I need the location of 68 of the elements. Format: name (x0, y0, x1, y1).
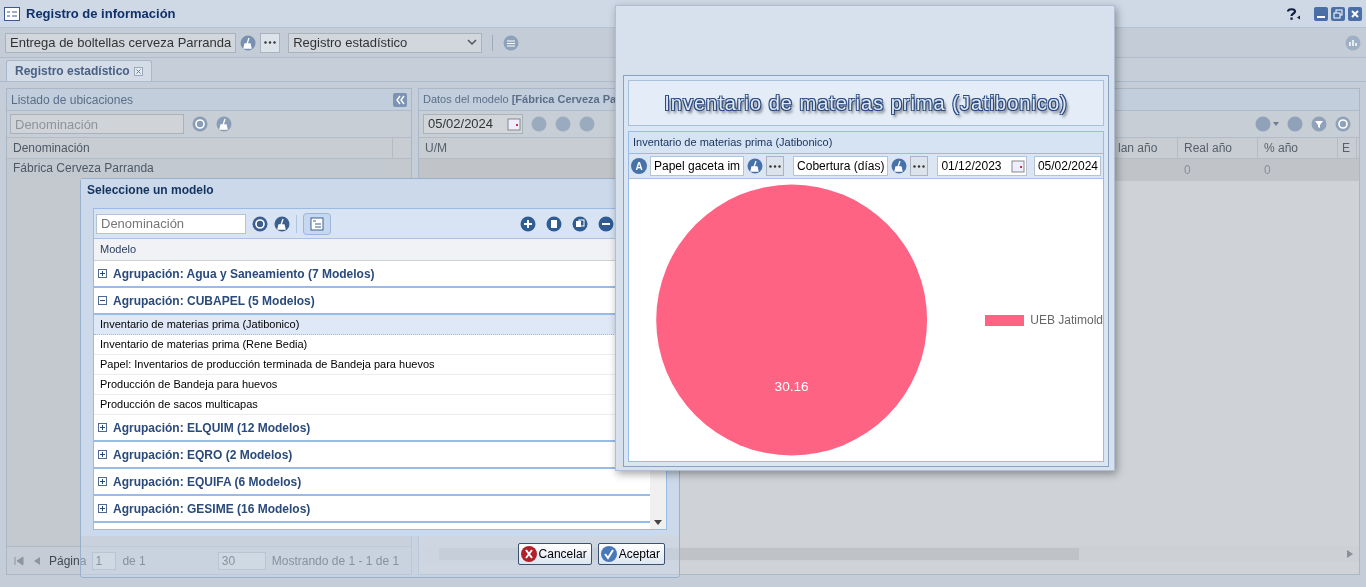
date-to-field[interactable]: 05/02/2024 (1033, 156, 1101, 176)
date-from-field[interactable]: 01/12/2023 (937, 156, 1027, 176)
column-header[interactable]: U/M (419, 138, 611, 158)
broom-icon[interactable] (216, 116, 232, 132)
ellipsis-icon (264, 41, 277, 44)
scroll-down-icon[interactable] (654, 520, 662, 525)
cancel-button[interactable]: Cancelar (517, 543, 592, 565)
search-field[interactable]: Denominación (96, 213, 246, 234)
stack-icon[interactable] (503, 34, 520, 51)
collapse-icon[interactable] (98, 296, 107, 305)
panel-title: Datos del modelo [Fábrica Cerveza Pa (423, 92, 617, 108)
ellipsis-button[interactable] (260, 32, 281, 53)
restore-icon[interactable] (1331, 6, 1345, 21)
column-header[interactable]: E (1338, 138, 1357, 158)
close-icon[interactable] (1348, 6, 1362, 21)
column-header[interactable]: Real año (1178, 138, 1258, 158)
remove-icon[interactable] (598, 215, 614, 232)
data-label: 30.16 (774, 379, 809, 395)
expand-icon[interactable] (98, 504, 107, 513)
column-header[interactable]: % año (1258, 138, 1338, 158)
minimize-icon[interactable] (1314, 6, 1328, 21)
type-combo[interactable]: Registro estadístico (288, 32, 483, 53)
page-count: de 1 (122, 552, 146, 570)
accept-button[interactable]: Aceptar (597, 543, 665, 565)
calendar-icon[interactable] (1009, 158, 1026, 174)
add-icon[interactable] (520, 215, 536, 232)
ellipsis-icon (913, 164, 926, 168)
filter-icon[interactable] (1311, 116, 1327, 132)
tree-view-icon[interactable] (303, 212, 331, 235)
panel-title: Listado de ubicaciones (11, 91, 134, 109)
expand-icon[interactable] (98, 450, 107, 459)
x-icon (520, 546, 537, 562)
window-icon (4, 6, 20, 21)
dialog-title: Seleccione un modelo (87, 182, 214, 199)
ellipsis-button[interactable] (910, 156, 929, 176)
panel-title: Inventario de materias prima (Jatibonico) (633, 135, 833, 151)
ellipsis-button[interactable] (766, 156, 785, 176)
product-combo[interactable]: Papel gaceta im (650, 156, 745, 176)
expand-icon[interactable] (98, 477, 107, 486)
refresh-icon[interactable] (252, 215, 268, 232)
broom-icon[interactable] (274, 215, 290, 232)
calendar-icon[interactable] (506, 116, 522, 132)
indicator-combo[interactable]: Cobertura (días) (793, 156, 889, 176)
close-icon[interactable] (133, 66, 143, 76)
expand-icon[interactable] (98, 269, 107, 278)
caret-icon[interactable] (1273, 122, 1279, 126)
search-field[interactable]: Denominación (10, 114, 184, 134)
column-header[interactable]: Modelo (100, 241, 137, 258)
dropdown-caret-icon[interactable] (467, 38, 478, 47)
check-icon (600, 546, 617, 562)
date-field[interactable]: 05/02/2024 (423, 114, 523, 134)
broom-icon[interactable] (747, 158, 764, 174)
help-icon[interactable] (1285, 6, 1301, 21)
broom-icon[interactable] (891, 158, 908, 174)
entity-combo[interactable]: Entrega de boltellas cerveza Parranda (5, 32, 237, 53)
legend-label: UEB Jatimold (1030, 312, 1103, 329)
ellipsis-icon (769, 164, 782, 168)
expand-icon[interactable] (98, 423, 107, 432)
page-label: Página (49, 552, 87, 570)
refresh-icon[interactable] (192, 116, 208, 132)
paging-summary: Mostrando de 1 - 1 de 1 (271, 552, 400, 570)
broom-icon[interactable] (240, 34, 257, 51)
window-title: Registro de información (26, 4, 176, 23)
copy-icon[interactable] (572, 215, 588, 232)
document-icon[interactable] (546, 215, 562, 232)
tab[interactable]: Registro estadístico (6, 60, 152, 81)
mode-button[interactable]: A (631, 158, 647, 174)
report-title: Inventario de materias prima (Jatibonico) (664, 88, 1068, 118)
